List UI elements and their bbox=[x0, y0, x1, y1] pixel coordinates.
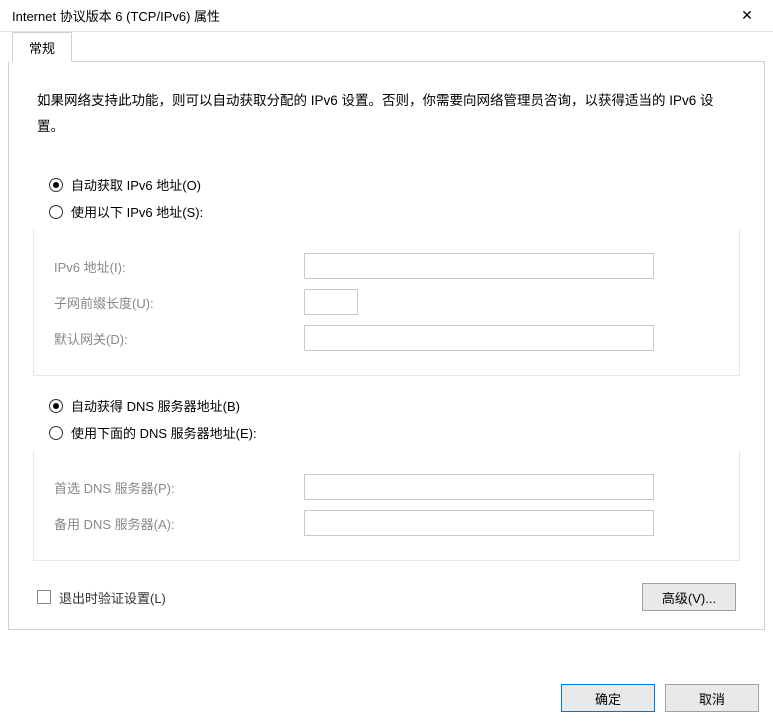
input-preferred-dns bbox=[304, 474, 654, 500]
radio-auto-dns-label: 自动获得 DNS 服务器地址(B) bbox=[71, 396, 240, 415]
ok-button-label: 确定 bbox=[595, 689, 621, 708]
advanced-button-label: 高级(V)... bbox=[662, 588, 716, 607]
row-prefix-length: 子网前缀长度(U): bbox=[54, 289, 719, 315]
titlebar: Internet 协议版本 6 (TCP/IPv6) 属性 ✕ bbox=[0, 0, 773, 32]
close-icon[interactable]: ✕ bbox=[729, 3, 765, 29]
ipv6-fields-group: IPv6 地址(I): 子网前缀长度(U): 默认网关(D): bbox=[33, 229, 740, 376]
label-preferred-dns: 首选 DNS 服务器(P): bbox=[54, 478, 304, 497]
checkbox-validate-on-exit[interactable]: 退出时验证设置(L) bbox=[37, 588, 166, 607]
description-text: 如果网络支持此功能，则可以自动获取分配的 IPv6 设置。否则，你需要向网络管理… bbox=[37, 88, 736, 139]
dialog-content: 常规 如果网络支持此功能，则可以自动获取分配的 IPv6 设置。否则，你需要向网… bbox=[8, 32, 765, 672]
tabstrip: 常规 bbox=[12, 32, 765, 62]
tab-general-label: 常规 bbox=[29, 41, 55, 56]
cancel-button[interactable]: 取消 bbox=[665, 684, 759, 712]
advanced-button[interactable]: 高级(V)... bbox=[642, 583, 736, 611]
input-prefix-length bbox=[304, 289, 358, 315]
radio-manual-dns-label: 使用下面的 DNS 服务器地址(E): bbox=[71, 423, 257, 442]
dialog-buttons: 确定 取消 bbox=[561, 684, 759, 712]
radio-icon bbox=[49, 178, 63, 192]
dns-fields-group: 首选 DNS 服务器(P): 备用 DNS 服务器(A): bbox=[33, 450, 740, 561]
ok-button[interactable]: 确定 bbox=[561, 684, 655, 712]
radio-manual-dns[interactable]: 使用下面的 DNS 服务器地址(E): bbox=[49, 423, 742, 442]
cancel-button-label: 取消 bbox=[699, 689, 725, 708]
input-alternate-dns bbox=[304, 510, 654, 536]
row-ipv6-address: IPv6 地址(I): bbox=[54, 253, 719, 279]
checkbox-icon bbox=[37, 590, 51, 604]
row-alternate-dns: 备用 DNS 服务器(A): bbox=[54, 510, 719, 536]
input-default-gateway bbox=[304, 325, 654, 351]
tabpage-general: 如果网络支持此功能，则可以自动获取分配的 IPv6 设置。否则，你需要向网络管理… bbox=[8, 62, 765, 630]
tab-general[interactable]: 常规 bbox=[12, 32, 72, 62]
radio-auto-ipv6-label: 自动获取 IPv6 地址(O) bbox=[71, 175, 201, 194]
window-title: Internet 协议版本 6 (TCP/IPv6) 属性 bbox=[12, 6, 220, 25]
checkbox-validate-label: 退出时验证设置(L) bbox=[59, 588, 166, 607]
label-prefix-length: 子网前缀长度(U): bbox=[54, 293, 304, 312]
radio-icon bbox=[49, 426, 63, 440]
radio-auto-dns[interactable]: 自动获得 DNS 服务器地址(B) bbox=[49, 396, 742, 415]
radio-manual-ipv6-label: 使用以下 IPv6 地址(S): bbox=[71, 202, 203, 221]
row-default-gateway: 默认网关(D): bbox=[54, 325, 719, 351]
label-alternate-dns: 备用 DNS 服务器(A): bbox=[54, 514, 304, 533]
bottom-row: 退出时验证设置(L) 高级(V)... bbox=[37, 583, 736, 611]
label-default-gateway: 默认网关(D): bbox=[54, 329, 304, 348]
radio-icon bbox=[49, 205, 63, 219]
input-ipv6-address bbox=[304, 253, 654, 279]
radio-icon bbox=[49, 399, 63, 413]
radio-auto-ipv6[interactable]: 自动获取 IPv6 地址(O) bbox=[49, 175, 742, 194]
label-ipv6-address: IPv6 地址(I): bbox=[54, 257, 304, 276]
row-preferred-dns: 首选 DNS 服务器(P): bbox=[54, 474, 719, 500]
radio-manual-ipv6[interactable]: 使用以下 IPv6 地址(S): bbox=[49, 202, 742, 221]
